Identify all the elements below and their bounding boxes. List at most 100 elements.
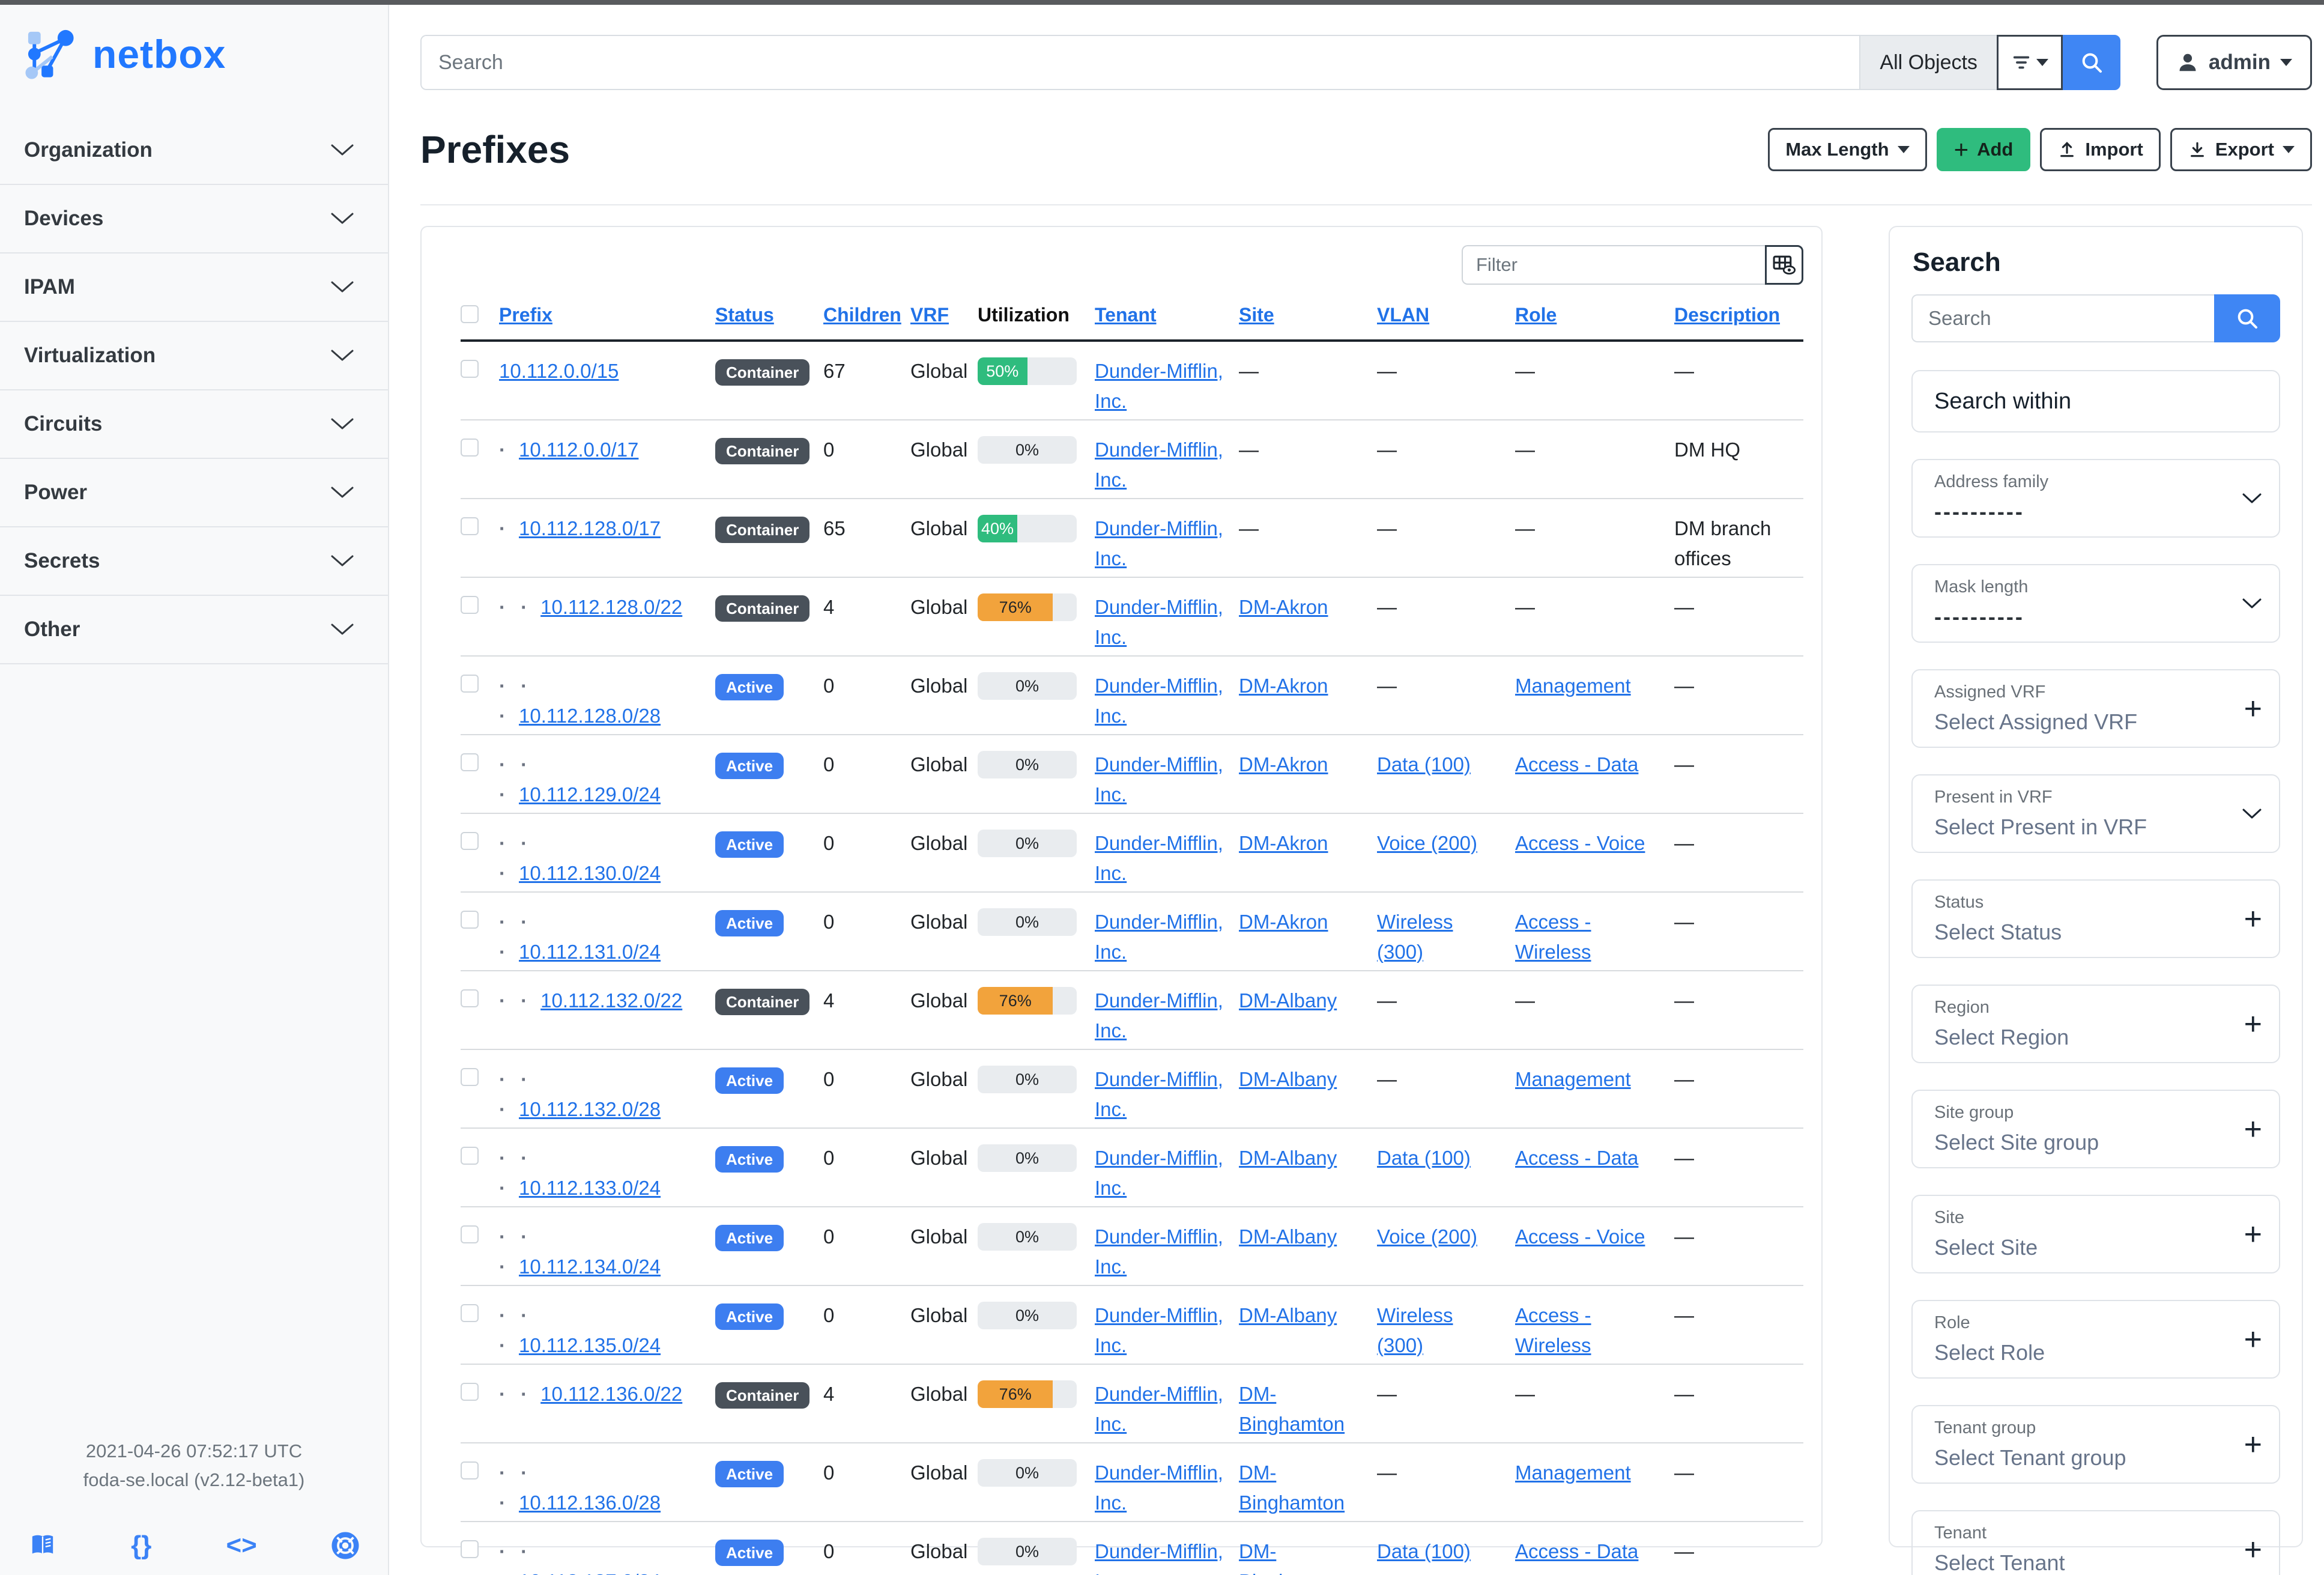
prefix-link[interactable]: 10.112.137.0/24	[519, 1570, 661, 1575]
vlan-link[interactable]: Data (100)	[1377, 1147, 1471, 1169]
plus-icon[interactable]: +	[2244, 1219, 2262, 1250]
prefix-link[interactable]: 10.112.0.0/17	[519, 439, 638, 461]
vlan-link[interactable]: Wireless (300)	[1377, 911, 1453, 963]
role-link[interactable]: Management	[1515, 1461, 1631, 1484]
select-all-checkbox[interactable]	[461, 305, 479, 323]
vlan-link[interactable]: Data (100)	[1377, 1540, 1471, 1562]
column-header-prefix[interactable]: Prefix	[499, 304, 552, 326]
row-checkbox[interactable]	[461, 360, 479, 378]
tenant-link[interactable]: Dunder-Mifflin, Inc.	[1095, 1068, 1223, 1120]
global-search-submit-button[interactable]	[2062, 35, 2120, 90]
tenant-link[interactable]: Dunder-Mifflin, Inc.	[1095, 517, 1223, 569]
row-checkbox[interactable]	[461, 439, 479, 457]
sidebar-item-power[interactable]: Power	[0, 459, 388, 527]
prefix-link[interactable]: 10.112.128.0/28	[519, 705, 661, 727]
role-link[interactable]: Management	[1515, 675, 1631, 697]
tenant-link[interactable]: Dunder-Mifflin, Inc.	[1095, 360, 1223, 412]
api-braces-icon[interactable]: {}	[131, 1531, 151, 1561]
vlan-link[interactable]: Voice (200)	[1377, 832, 1477, 854]
site-link[interactable]: DM-Akron	[1239, 911, 1328, 933]
role-link[interactable]: Access - Data	[1515, 1540, 1638, 1562]
filter-field-status[interactable]: Status Select Status +	[1911, 879, 2280, 958]
column-header-children[interactable]: Children	[823, 304, 901, 326]
site-link[interactable]: DM-Albany	[1239, 1068, 1337, 1090]
site-link[interactable]: DM-Akron	[1239, 832, 1328, 854]
site-link[interactable]: DM-Albany	[1239, 1147, 1337, 1169]
vlan-link[interactable]: Voice (200)	[1377, 1225, 1477, 1248]
row-checkbox[interactable]	[461, 1383, 479, 1401]
row-checkbox[interactable]	[461, 1540, 479, 1558]
plus-icon[interactable]: +	[2244, 1009, 2262, 1040]
row-checkbox[interactable]	[461, 517, 479, 535]
filter-field-assigned-vrf[interactable]: Assigned VRF Select Assigned VRF +	[1911, 669, 2280, 748]
filter-field-role[interactable]: Role Select Role +	[1911, 1300, 2280, 1379]
column-visibility-button[interactable]	[1765, 245, 1803, 285]
site-link[interactable]: DM-Albany	[1239, 989, 1337, 1012]
chevron-down-icon[interactable]	[2242, 493, 2262, 505]
column-header-status[interactable]: Status	[715, 304, 774, 326]
plus-icon[interactable]: +	[2244, 1429, 2262, 1460]
tenant-link[interactable]: Dunder-Mifflin, Inc.	[1095, 1225, 1223, 1278]
sidebar-item-devices[interactable]: Devices	[0, 185, 388, 253]
filter-field-site[interactable]: Site Select Site +	[1911, 1195, 2280, 1273]
row-checkbox[interactable]	[461, 832, 479, 850]
user-menu-button[interactable]: admin	[2156, 35, 2312, 90]
row-checkbox[interactable]	[461, 911, 479, 929]
prefix-link[interactable]: 10.112.136.0/28	[519, 1492, 661, 1514]
sidebar-item-organization[interactable]: Organization	[0, 117, 388, 185]
import-button[interactable]: Import	[2040, 128, 2161, 171]
prefix-link[interactable]: 10.112.133.0/24	[519, 1177, 661, 1199]
code-icon[interactable]: <>	[226, 1531, 256, 1561]
panel-search-input[interactable]	[1911, 294, 2214, 342]
plus-icon[interactable]: +	[2244, 1114, 2262, 1145]
role-link[interactable]: Access - Data	[1515, 753, 1638, 775]
row-checkbox[interactable]	[461, 1461, 479, 1479]
prefix-link[interactable]: 10.112.132.0/22	[540, 989, 682, 1012]
prefix-link[interactable]: 10.112.129.0/24	[519, 783, 661, 806]
column-header-site[interactable]: Site	[1239, 304, 1274, 326]
filter-field-tenant-group[interactable]: Tenant group Select Tenant group +	[1911, 1405, 2280, 1484]
tenant-link[interactable]: Dunder-Mifflin, Inc.	[1095, 832, 1223, 884]
plus-icon[interactable]: +	[2244, 693, 2262, 724]
site-link[interactable]: DM-Akron	[1239, 753, 1328, 775]
site-link[interactable]: DM-Akron	[1239, 596, 1328, 618]
filter-field-region[interactable]: Region Select Region +	[1911, 985, 2280, 1063]
row-checkbox[interactable]	[461, 753, 479, 771]
add-button[interactable]: + Add	[1936, 128, 2031, 171]
prefix-link[interactable]: 10.112.131.0/24	[519, 941, 661, 963]
prefix-link[interactable]: 10.112.128.0/17	[519, 517, 661, 539]
row-checkbox[interactable]	[461, 1147, 479, 1165]
sidebar-item-circuits[interactable]: Circuits	[0, 390, 388, 459]
vlan-link[interactable]: Data (100)	[1377, 753, 1471, 775]
row-checkbox[interactable]	[461, 1068, 479, 1086]
tenant-link[interactable]: Dunder-Mifflin, Inc.	[1095, 596, 1223, 648]
prefix-link[interactable]: 10.112.130.0/24	[519, 862, 661, 884]
filter-field-present-in-vrf[interactable]: Present in VRF Select Present in VRF	[1911, 774, 2280, 853]
search-filter-dropdown-button[interactable]	[1996, 35, 2063, 90]
sidebar-item-virtualization[interactable]: Virtualization	[0, 322, 388, 390]
filter-field-mask-length[interactable]: Mask length ----------	[1911, 564, 2280, 643]
filter-field-tenant[interactable]: Tenant Select Tenant +	[1911, 1510, 2280, 1575]
role-link[interactable]: Access - Wireless	[1515, 911, 1591, 963]
site-link[interactable]: DM-Binghamton	[1239, 1540, 1345, 1575]
site-link[interactable]: DM-Albany	[1239, 1304, 1337, 1326]
tenant-link[interactable]: Dunder-Mifflin, Inc.	[1095, 1304, 1223, 1356]
tenant-link[interactable]: Dunder-Mifflin, Inc.	[1095, 753, 1223, 806]
role-link[interactable]: Access - Voice	[1515, 1225, 1645, 1248]
global-search-input[interactable]	[422, 36, 1860, 89]
export-dropdown-button[interactable]: Export	[2170, 128, 2312, 171]
plus-icon[interactable]: +	[2244, 1534, 2262, 1565]
column-header-vrf[interactable]: VRF	[910, 304, 949, 326]
sidebar-item-ipam[interactable]: IPAM	[0, 253, 388, 322]
sidebar-item-other[interactable]: Other	[0, 596, 388, 664]
tenant-link[interactable]: Dunder-Mifflin, Inc.	[1095, 1461, 1223, 1514]
site-link[interactable]: DM-Binghamton	[1239, 1461, 1345, 1514]
plus-icon[interactable]: +	[2244, 1324, 2262, 1355]
role-link[interactable]: Access - Voice	[1515, 832, 1645, 854]
prefix-link[interactable]: 10.112.136.0/22	[540, 1383, 682, 1405]
role-link[interactable]: Management	[1515, 1068, 1631, 1090]
site-link[interactable]: DM-Akron	[1239, 675, 1328, 697]
tenant-link[interactable]: Dunder-Mifflin, Inc.	[1095, 675, 1223, 727]
site-link[interactable]: DM-Albany	[1239, 1225, 1337, 1248]
site-link[interactable]: DM-Binghamton	[1239, 1383, 1345, 1435]
